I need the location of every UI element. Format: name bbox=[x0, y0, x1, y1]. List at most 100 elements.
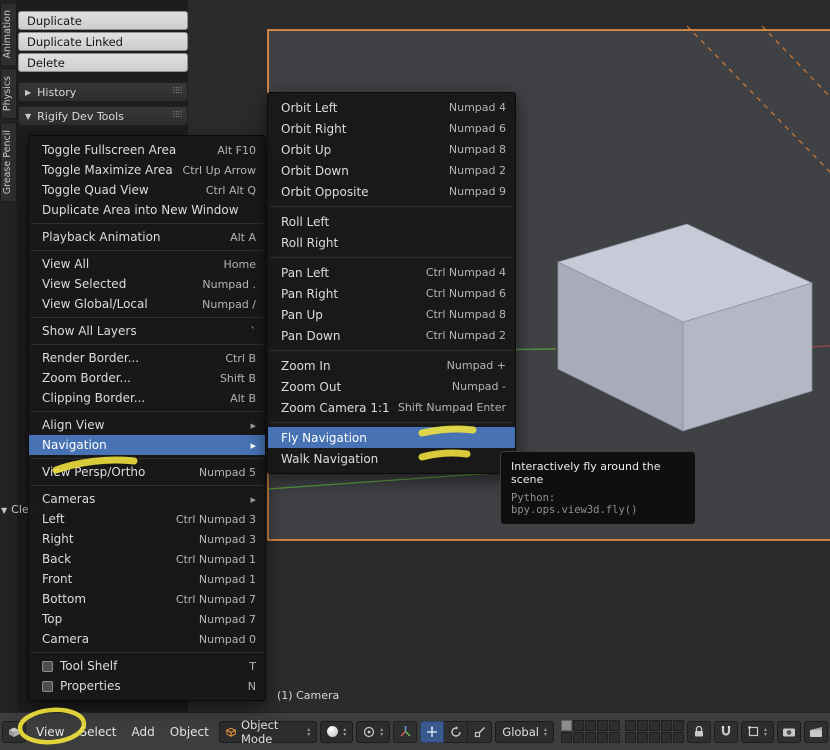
nav-submenu-item-orbit-right[interactable]: Orbit Right Numpad 6 bbox=[268, 118, 515, 139]
pivot-point-dropdown[interactable]: ▴ ▾ bbox=[356, 720, 391, 743]
render-image-button[interactable] bbox=[777, 720, 801, 743]
view-menu-item-back[interactable]: Back Ctrl Numpad 1 bbox=[29, 549, 265, 569]
menu-item-shortcut: Shift Numpad Enter bbox=[397, 401, 506, 414]
view-menu-item-toggle-maximize-area[interactable]: Toggle Maximize Area Ctrl Up Arrow bbox=[29, 160, 265, 180]
menu-item-label: View Selected bbox=[42, 277, 127, 291]
header-menu-select[interactable]: Select bbox=[72, 721, 123, 743]
snap-element-dropdown[interactable]: ▴ ▾ bbox=[740, 720, 774, 743]
nav-submenu-item-zoom-out[interactable]: Zoom Out Numpad - bbox=[268, 376, 515, 397]
view-menu-item-zoom-border[interactable]: Zoom Border... Shift B bbox=[29, 368, 265, 388]
rotate-manipulator-button[interactable] bbox=[444, 720, 469, 743]
view-menu-item-show-all-layers[interactable]: Show All Layers ` bbox=[29, 321, 265, 341]
view-menu-item-duplicate-area-into-new-window[interactable]: Duplicate Area into New Window bbox=[29, 200, 265, 220]
layer-toggle[interactable] bbox=[572, 720, 584, 731]
dropdown-arrows-icon: ▴ ▾ bbox=[307, 726, 310, 737]
tool-shelf-tab-physics[interactable]: Physics bbox=[0, 68, 17, 120]
view-menu-item-tool-shelf[interactable]: Tool Shelf T bbox=[29, 656, 265, 676]
header-menu-object[interactable]: Object bbox=[163, 721, 216, 743]
nav-submenu-item-fly-navigation[interactable]: Fly Navigation bbox=[268, 427, 515, 448]
viewport-shading-dropdown[interactable]: ▴ ▾ bbox=[320, 720, 354, 743]
layer-toggle[interactable] bbox=[560, 732, 572, 743]
view-menu-item-align-view[interactable]: Align View ▸ bbox=[29, 415, 265, 435]
nav-submenu-item-orbit-opposite[interactable]: Orbit Opposite Numpad 9 bbox=[268, 181, 515, 202]
submenu-arrow-icon: ▸ bbox=[250, 492, 256, 506]
view-menu-item-toggle-quad-view[interactable]: Toggle Quad View Ctrl Alt Q bbox=[29, 180, 265, 200]
layer-toggle[interactable] bbox=[648, 720, 660, 731]
header-menu-add[interactable]: Add bbox=[125, 721, 162, 743]
menu-item-shortcut: Ctrl Numpad 6 bbox=[425, 287, 506, 300]
lock-to-scene-button[interactable] bbox=[686, 720, 711, 743]
mode-dropdown[interactable]: Object Mode ▴ ▾ bbox=[218, 718, 318, 746]
view-menu-item-view-selected[interactable]: View Selected Numpad . bbox=[29, 274, 265, 294]
view-menu-item-view-persp-ortho[interactable]: View Persp/Ortho Numpad 5 bbox=[29, 462, 265, 482]
layer-toggle[interactable] bbox=[608, 732, 620, 743]
view-menu-item-properties[interactable]: Properties N bbox=[29, 676, 265, 696]
view-menu-item-bottom[interactable]: Bottom Ctrl Numpad 7 bbox=[29, 589, 265, 609]
view-menu-item-view-global-local[interactable]: View Global/Local Numpad / bbox=[29, 294, 265, 314]
menu-item-label: Align View bbox=[42, 418, 105, 432]
editor-type-button[interactable] bbox=[2, 720, 26, 743]
layer-toggle[interactable] bbox=[624, 720, 636, 731]
view-menu-item-navigation[interactable]: Navigation ▸ bbox=[29, 435, 265, 455]
panel-grip-icon[interactable]: ⠿⠿ bbox=[172, 87, 183, 97]
scale-manipulator-button[interactable] bbox=[468, 720, 493, 743]
snap-magnet-button[interactable] bbox=[713, 720, 738, 743]
context-menu-item-duplicate[interactable]: Duplicate bbox=[18, 11, 188, 30]
layer-toggle[interactable] bbox=[648, 732, 660, 743]
context-menu-item-delete[interactable]: Delete bbox=[18, 53, 188, 72]
checkbox-icon bbox=[42, 660, 53, 672]
lock-icon bbox=[694, 725, 703, 737]
nav-submenu-item-roll-right[interactable]: Roll Right bbox=[268, 232, 515, 253]
render-animation-button[interactable] bbox=[804, 720, 828, 743]
nav-submenu-item-orbit-left[interactable]: Orbit Left Numpad 4 bbox=[268, 97, 515, 118]
view-menu-item-front[interactable]: Front Numpad 1 bbox=[29, 569, 265, 589]
view-menu-item-clipping-border[interactable]: Clipping Border... Alt B bbox=[29, 388, 265, 408]
tool-shelf-tab-animation[interactable]: Animation bbox=[0, 2, 17, 67]
context-menu-item-duplicate-linked[interactable]: Duplicate Linked bbox=[18, 32, 188, 51]
view-menu-item-playback-animation[interactable]: Playback Animation Alt A bbox=[29, 227, 265, 247]
layer-toggle[interactable] bbox=[660, 720, 672, 731]
panel-header-rigify-dev-tools[interactable]: ▼ Rigify Dev Tools ⠿⠿ bbox=[18, 106, 188, 126]
view-menu-item-render-border[interactable]: Render Border... Ctrl B bbox=[29, 348, 265, 368]
view-menu-item-top[interactable]: Top Numpad 7 bbox=[29, 609, 265, 629]
layer-toggle[interactable] bbox=[636, 732, 648, 743]
panel-header-history[interactable]: ▶ History ⠿⠿ bbox=[18, 82, 188, 102]
nav-submenu-item-pan-up[interactable]: Pan Up Ctrl Numpad 8 bbox=[268, 304, 515, 325]
view-menu-item-cameras[interactable]: Cameras ▸ bbox=[29, 489, 265, 509]
nav-submenu-item-roll-left[interactable]: Roll Left bbox=[268, 211, 515, 232]
menu-item-shortcut: Ctrl Numpad 8 bbox=[425, 308, 506, 321]
layer-toggle[interactable] bbox=[660, 732, 672, 743]
nav-submenu-item-zoom-in[interactable]: Zoom In Numpad + bbox=[268, 355, 515, 376]
layer-toggle[interactable] bbox=[560, 720, 572, 731]
layer-toggle[interactable] bbox=[636, 720, 648, 731]
layer-toggle[interactable] bbox=[584, 732, 596, 743]
layer-toggle[interactable] bbox=[608, 720, 620, 731]
layer-toggle[interactable] bbox=[624, 732, 636, 743]
nav-submenu-item-walk-navigation[interactable]: Walk Navigation bbox=[268, 448, 515, 469]
view-menu-item-left[interactable]: Left Ctrl Numpad 3 bbox=[29, 509, 265, 529]
nav-submenu-item-orbit-down[interactable]: Orbit Down Numpad 2 bbox=[268, 160, 515, 181]
nav-submenu-item-pan-right[interactable]: Pan Right Ctrl Numpad 6 bbox=[268, 283, 515, 304]
menu-item-shortcut: Numpad . bbox=[202, 277, 256, 291]
nav-submenu-item-zoom-camera-1-1[interactable]: Zoom Camera 1:1 Shift Numpad Enter bbox=[268, 397, 515, 418]
orientation-dropdown[interactable]: Global ▴ ▾ bbox=[495, 720, 554, 743]
translate-manipulator-button[interactable] bbox=[420, 720, 445, 743]
layer-toggle[interactable] bbox=[596, 732, 608, 743]
nav-submenu-item-pan-down[interactable]: Pan Down Ctrl Numpad 2 bbox=[268, 325, 515, 346]
view-menu-item-view-all[interactable]: View All Home bbox=[29, 254, 265, 274]
view-menu-item-toggle-fullscreen-area[interactable]: Toggle Fullscreen Area Alt F10 bbox=[29, 140, 265, 160]
layer-toggle[interactable] bbox=[672, 720, 684, 731]
view-menu-item-camera[interactable]: Camera Numpad 0 bbox=[29, 629, 265, 649]
layer-toggle[interactable] bbox=[672, 732, 684, 743]
panel-grip-icon[interactable]: ⠿⠿ bbox=[172, 111, 183, 121]
view-menu-item-right[interactable]: Right Numpad 3 bbox=[29, 529, 265, 549]
tool-shelf-tab-grease-pencil[interactable]: Grease Pencil bbox=[0, 121, 17, 202]
menu-item-label: View All bbox=[42, 257, 90, 271]
layer-toggle[interactable] bbox=[584, 720, 596, 731]
layer-toggle[interactable] bbox=[572, 732, 584, 743]
manipulator-toggle-button[interactable] bbox=[393, 720, 418, 743]
layer-toggle[interactable] bbox=[596, 720, 608, 731]
nav-submenu-item-pan-left[interactable]: Pan Left Ctrl Numpad 4 bbox=[268, 262, 515, 283]
header-menu-view[interactable]: View bbox=[29, 721, 71, 743]
nav-submenu-item-orbit-up[interactable]: Orbit Up Numpad 8 bbox=[268, 139, 515, 160]
